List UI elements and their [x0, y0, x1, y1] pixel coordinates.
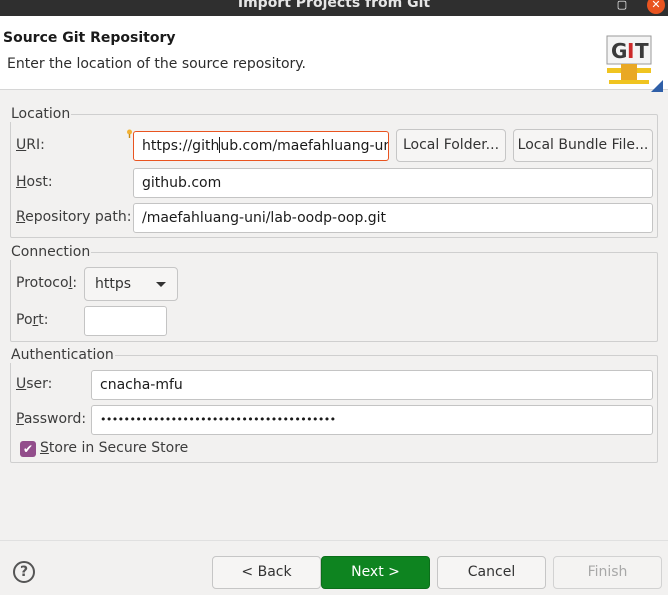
- connection-legend: Connection: [11, 244, 91, 260]
- page-description: Enter the location of the source reposit…: [7, 56, 307, 72]
- repository-path-label: Repository path:: [16, 209, 132, 225]
- checkmark-icon: ✔: [22, 442, 34, 456]
- store-secure-label[interactable]: Store in Secure Store: [40, 440, 188, 456]
- user-label: User:: [16, 376, 53, 392]
- svg-text:T: T: [635, 39, 649, 63]
- svg-text:G: G: [611, 39, 627, 63]
- cancel-button[interactable]: Cancel: [437, 556, 546, 589]
- local-folder-button[interactable]: Local Folder...: [396, 129, 506, 162]
- host-input[interactable]: github.com: [133, 168, 653, 198]
- password-label: Password:: [16, 411, 87, 427]
- chevron-down-icon: [156, 282, 166, 287]
- authentication-legend: Authentication: [11, 347, 114, 363]
- user-input[interactable]: cnacha-mfu: [91, 370, 653, 400]
- git-logo-icon: G I T: [606, 35, 663, 92]
- store-secure-checkbox[interactable]: ✔: [20, 441, 36, 457]
- password-input[interactable]: ••••••••••••••••••••••••••••••••••••••••: [91, 405, 653, 435]
- finish-button: Finish: [553, 556, 662, 589]
- protocol-value: https: [95, 276, 132, 292]
- local-bundle-file-button[interactable]: Local Bundle File...: [513, 129, 653, 162]
- svg-text:I: I: [627, 39, 634, 63]
- protocol-label: Protocol:: [16, 275, 78, 291]
- page-title: Source Git Repository: [3, 30, 176, 46]
- uri-label: URI:: [16, 137, 45, 153]
- help-icon[interactable]: ?: [13, 561, 35, 583]
- port-label: Port:: [16, 312, 49, 328]
- uri-input[interactable]: https://github.com/maefahluang-un: [133, 131, 389, 161]
- wizard-header: Source Git Repository Enter the location…: [0, 16, 668, 92]
- window-title: Import Projects from Git: [237, 0, 431, 11]
- repository-path-input[interactable]: /maefahluang-uni/lab-oodp-oop.git: [133, 203, 653, 233]
- protocol-select[interactable]: https: [84, 267, 178, 301]
- next-button[interactable]: Next >: [321, 556, 430, 589]
- title-bar: Import Projects from Git ▢ ✕: [0, 0, 668, 16]
- back-button[interactable]: < Back: [212, 556, 321, 589]
- minimize-icon[interactable]: ▢: [613, 0, 631, 14]
- location-legend: Location: [11, 106, 71, 122]
- close-icon[interactable]: ✕: [647, 0, 665, 14]
- content-assist-icon: [127, 129, 132, 138]
- port-input[interactable]: [84, 306, 167, 336]
- host-label: Host:: [16, 174, 53, 190]
- footer-divider: [0, 540, 668, 541]
